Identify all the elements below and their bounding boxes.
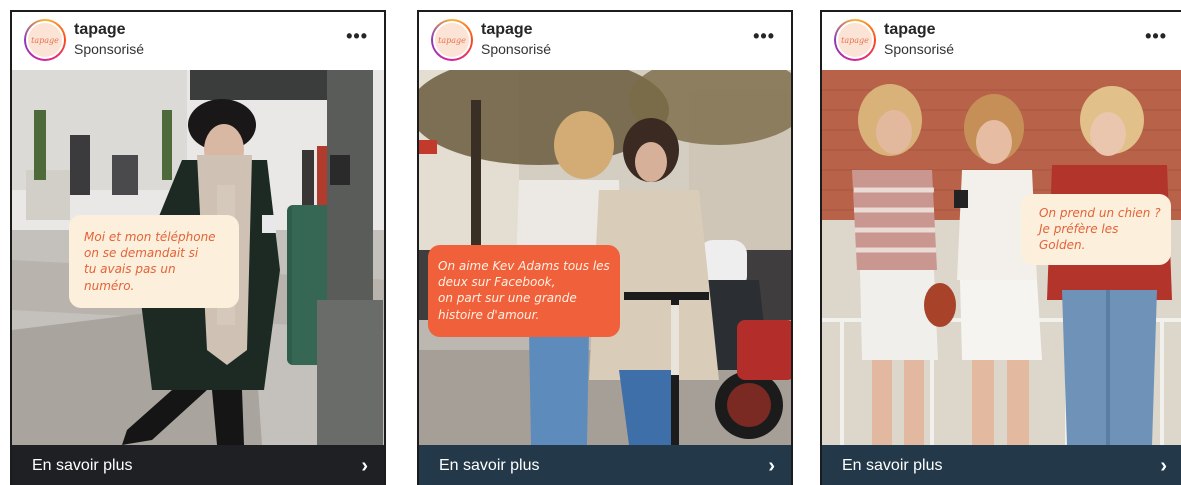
post-photo: Moi et mon téléphone on se demandait si … bbox=[12, 70, 384, 445]
avatar[interactable]: tapage bbox=[24, 19, 66, 61]
chevron-right-icon: › bbox=[361, 454, 368, 477]
username[interactable]: tapage bbox=[884, 21, 936, 39]
more-horizontal-icon[interactable]: ••• bbox=[1145, 26, 1167, 47]
username[interactable]: tapage bbox=[74, 21, 126, 39]
post-header: tapage tapage Sponsorisé ••• bbox=[822, 12, 1181, 70]
avatar-logo-text: tapage bbox=[438, 35, 466, 45]
learn-more-label: En savoir plus bbox=[842, 457, 943, 474]
more-horizontal-icon[interactable]: ••• bbox=[346, 26, 368, 47]
chevron-right-icon: › bbox=[768, 454, 775, 477]
avatar-logo-text: tapage bbox=[31, 35, 59, 45]
sponsored-label: Sponsorisé bbox=[884, 41, 955, 57]
sponsored-post-2: tapage tapage Sponsorisé ••• On aime Kev… bbox=[417, 10, 793, 485]
learn-more-button[interactable]: En savoir plus › bbox=[12, 445, 384, 485]
sponsored-label: Sponsorisé bbox=[481, 41, 552, 57]
avatar[interactable]: tapage bbox=[431, 19, 473, 61]
post-photo: On aime Kev Adams tous les deux sur Face… bbox=[419, 70, 791, 445]
post-header: tapage tapage Sponsorisé ••• bbox=[12, 12, 384, 70]
avatar[interactable]: tapage bbox=[834, 19, 876, 61]
learn-more-label: En savoir plus bbox=[439, 457, 540, 474]
post-photo: On prend un chien ? Je préfère les Golde… bbox=[822, 70, 1181, 445]
post-header: tapage tapage Sponsorisé ••• bbox=[419, 12, 791, 70]
username[interactable]: tapage bbox=[481, 21, 533, 39]
chevron-right-icon: › bbox=[1160, 454, 1167, 477]
learn-more-button[interactable]: En savoir plus › bbox=[822, 445, 1181, 485]
more-horizontal-icon[interactable]: ••• bbox=[753, 26, 775, 47]
sponsored-label: Sponsorisé bbox=[74, 41, 145, 57]
avatar-logo-text: tapage bbox=[841, 35, 869, 45]
learn-more-label: En savoir plus bbox=[32, 457, 133, 474]
caption-bubble: On prend un chien ? Je préfère les Golde… bbox=[1021, 194, 1171, 265]
caption-bubble: Moi et mon téléphone on se demandait si … bbox=[69, 215, 239, 308]
sponsored-post-1: tapage tapage Sponsorisé ••• Moi et mon … bbox=[10, 10, 386, 485]
sponsored-post-3: tapage tapage Sponsorisé ••• On prend un… bbox=[820, 10, 1181, 485]
learn-more-button[interactable]: En savoir plus › bbox=[419, 445, 791, 485]
caption-bubble: On aime Kev Adams tous les deux sur Face… bbox=[428, 245, 620, 337]
